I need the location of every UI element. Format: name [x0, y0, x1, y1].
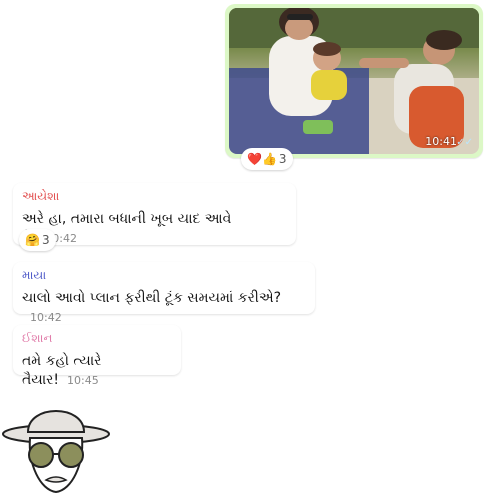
message-bubble[interactable]: માયા ચાલો આવો પ્લાન ફરીથી ટૂંક સમયમાં કર… — [13, 262, 315, 324]
double-check-icon: ✓✓ — [456, 137, 473, 148]
message-text: ચાલો આવો પ્લાન ફરીથી ટૂંક સમયમાં કરીએ? — [22, 290, 282, 306]
message-bubble[interactable]: ઈશાન તમે કહો ત્યારે તૈયાર! 10:45 — [13, 325, 181, 388]
reaction-count: 3 — [278, 152, 287, 166]
photo-illustration — [229, 8, 479, 154]
photo-time: 10:41 — [425, 135, 457, 148]
reaction-emoji: 🤗 — [25, 233, 40, 247]
photo-message-bubble[interactable]: 10:41 ✓✓ — [225, 4, 483, 158]
reaction-emojis: ❤️👍 — [247, 152, 277, 166]
message-reaction-pill[interactable]: 🤗 3 — [19, 229, 56, 251]
reaction-count: 3 — [41, 233, 50, 247]
sender-name: આયેશા — [22, 189, 60, 203]
sender-name: ઈશાન — [22, 331, 53, 345]
message-time: 10:45 — [67, 374, 99, 387]
photo-reaction-pill[interactable]: ❤️👍 3 — [241, 148, 293, 170]
shared-photo[interactable]: 10:41 ✓✓ — [229, 8, 479, 154]
sender-name: માયા — [22, 268, 47, 282]
woman-with-hat-sunglasses-avatar-icon — [2, 410, 110, 494]
message-time: 10:42 — [30, 311, 62, 324]
